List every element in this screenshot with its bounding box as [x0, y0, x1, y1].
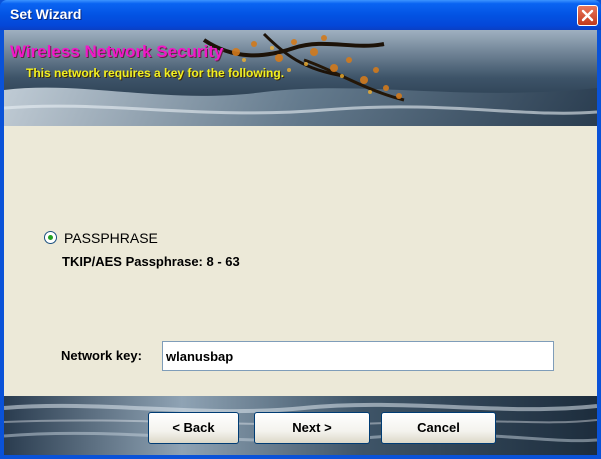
cancel-button[interactable]: Cancel — [381, 412, 496, 444]
close-button[interactable] — [577, 5, 598, 26]
button-footer: < Back Next > Cancel — [4, 396, 597, 455]
window-title: Set Wizard — [10, 6, 82, 22]
dialog-client-area: Wireless Network Security This network r… — [4, 30, 597, 455]
network-key-input[interactable] — [162, 341, 554, 371]
back-button[interactable]: < Back — [148, 412, 239, 444]
passphrase-info: TKIP/AES Passphrase: 8 - 63 — [62, 254, 240, 269]
passphrase-radio-label[interactable]: PASSPHRASE — [64, 230, 158, 246]
banner-subtitle: This network requires a key for the foll… — [26, 66, 285, 80]
network-key-label: Network key: — [61, 348, 142, 363]
title-bar[interactable]: Set Wizard — [0, 0, 601, 30]
close-icon — [581, 9, 594, 22]
dialog-body: PASSPHRASE TKIP/AES Passphrase: 8 - 63 N… — [4, 126, 597, 396]
banner-title: Wireless Network Security — [10, 42, 224, 61]
wizard-window: Set Wizard Wireless Network Security Thi… — [0, 0, 601, 459]
next-button[interactable]: Next > — [254, 412, 370, 444]
passphrase-radio[interactable] — [44, 231, 57, 244]
radio-selected-dot — [48, 235, 53, 240]
header-banner: Wireless Network Security This network r… — [4, 30, 597, 126]
